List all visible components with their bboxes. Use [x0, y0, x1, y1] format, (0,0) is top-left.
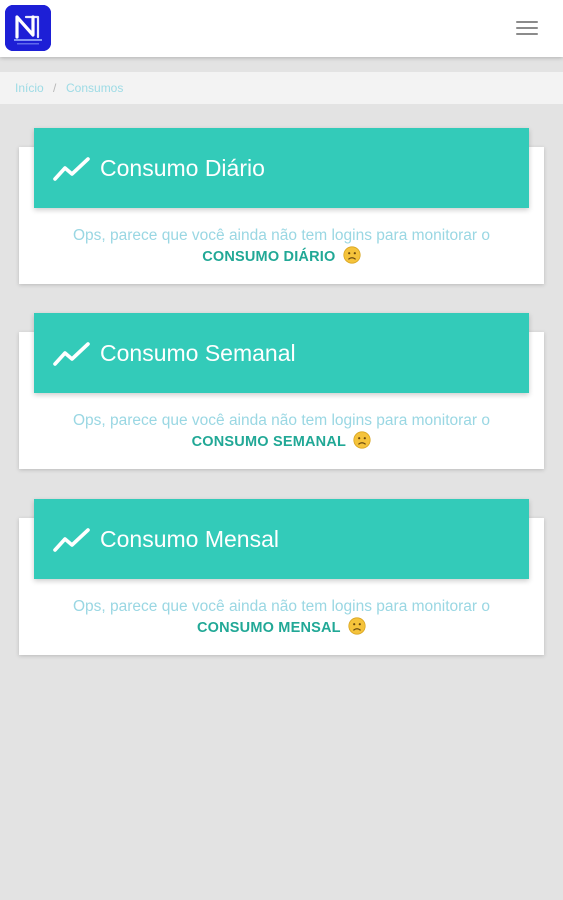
- empty-state-emphasis: CONSUMO SEMANAL: [191, 434, 347, 450]
- card-message: Ops, parece que você ainda não tem login…: [19, 226, 544, 267]
- card-header: Consumo Mensal: [34, 499, 529, 579]
- empty-state-emphasis: CONSUMO DIÁRIO: [202, 249, 336, 265]
- card-consumo-diario: Consumo Diário Ops, parece que você aind…: [19, 128, 544, 284]
- card-consumo-semanal: Consumo Semanal Ops, parece que você ain…: [19, 313, 544, 469]
- trending-up-icon: [53, 342, 90, 366]
- trending-up-icon: [53, 157, 90, 181]
- card-title: Consumo Semanal: [100, 340, 296, 366]
- sad-face-emoji-icon: [348, 617, 366, 635]
- empty-state-text: Ops, parece que você ainda não tem login…: [72, 598, 491, 615]
- card-title: Consumo Mensal: [100, 526, 279, 552]
- sad-face-emoji-icon: [343, 246, 361, 264]
- card-message: Ops, parece que você ainda não tem login…: [19, 411, 544, 452]
- card-header: Consumo Semanal: [34, 313, 529, 393]
- breadcrumb-item-consumos[interactable]: Consumos: [66, 72, 123, 104]
- empty-state-emphasis: CONSUMO MENSAL: [196, 620, 341, 636]
- top-app-bar: [0, 0, 563, 57]
- breadcrumb-item-inicio[interactable]: Início: [15, 72, 44, 104]
- breadcrumb: Início / Consumos: [0, 72, 563, 104]
- card-title: Consumo Diário: [100, 155, 265, 181]
- card-header: Consumo Diário: [34, 128, 529, 208]
- app-logo[interactable]: [5, 5, 51, 51]
- card-consumo-mensal: Consumo Mensal Ops, parece que você aind…: [19, 499, 544, 655]
- empty-state-text: Ops, parece que você ainda não tem login…: [72, 412, 491, 429]
- trending-up-icon: [53, 528, 90, 552]
- hamburger-menu-icon[interactable]: [512, 16, 542, 40]
- card-message: Ops, parece que você ainda não tem login…: [19, 597, 544, 638]
- breadcrumb-separator: /: [53, 81, 57, 95]
- sad-face-emoji-icon: [353, 431, 371, 449]
- empty-state-text: Ops, parece que você ainda não tem login…: [72, 227, 491, 244]
- logo-mark-icon: [5, 5, 51, 51]
